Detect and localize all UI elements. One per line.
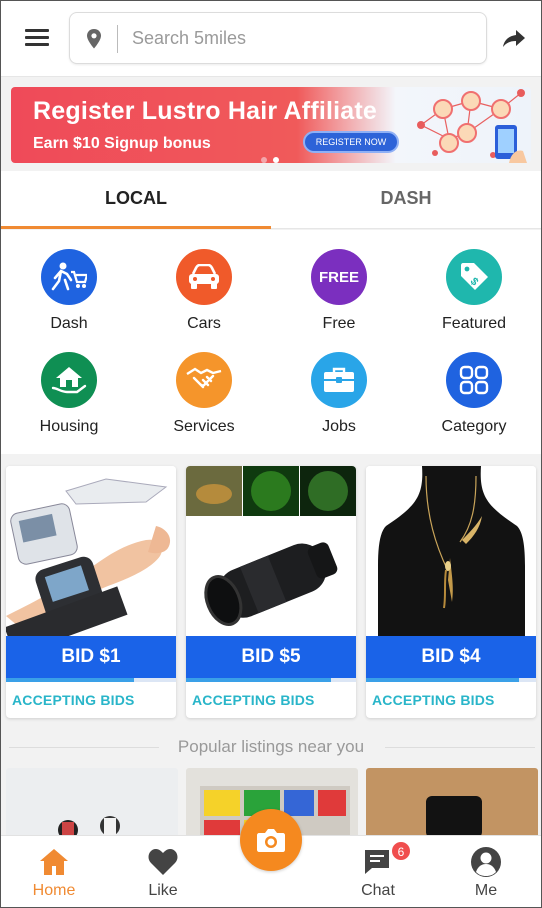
nav-like[interactable]: Like — [113, 836, 213, 907]
nav-label: Chat — [361, 882, 395, 899]
menu-icon[interactable] — [25, 27, 51, 49]
product-card[interactable]: BID $4 ACCEPTING BIDS — [366, 466, 536, 718]
category-featured[interactable]: $ Featured — [419, 249, 529, 349]
chat-icon — [365, 850, 389, 874]
accepting-bids-label: ACCEPTING BIDS — [12, 692, 135, 708]
blood-pressure-monitor-image — [6, 466, 176, 636]
category-label: Free — [322, 315, 356, 332]
feather-necklace-image — [366, 466, 536, 636]
top-bar — [1, 1, 541, 77]
tab-local[interactable]: LOCAL — [1, 171, 271, 229]
bid-price: BID $4 — [366, 636, 536, 678]
product-card[interactable]: BID $1 ACCEPTING BIDS — [6, 466, 176, 718]
category-cars[interactable]: Cars — [149, 249, 259, 349]
bid-progress — [186, 678, 356, 682]
accepting-bids-label: ACCEPTING BIDS — [372, 692, 495, 708]
search-input[interactable] — [132, 23, 472, 53]
grid-icon — [446, 352, 502, 408]
category-free[interactable]: FREE Free — [284, 249, 394, 349]
banner-subtitle: Earn $10 Signup bonus — [33, 135, 211, 152]
network-people-illustration — [417, 89, 527, 163]
nav-label: Like — [148, 882, 178, 899]
monocular-scope-image — [186, 466, 356, 636]
profile-icon — [471, 847, 501, 877]
bid-progress — [366, 678, 536, 682]
listing-thumbnail[interactable] — [6, 768, 178, 838]
category-label: Category — [441, 418, 507, 435]
category-jobs[interactable]: Jobs — [284, 352, 394, 452]
category-label: Jobs — [322, 418, 356, 435]
nav-me[interactable]: Me — [436, 836, 536, 907]
sell-camera-button[interactable] — [240, 809, 302, 871]
briefcase-icon — [311, 352, 367, 408]
chat-unread-badge: 6 — [391, 841, 411, 861]
camera-icon — [257, 829, 285, 852]
heart-icon — [148, 849, 178, 875]
handshake-icon — [176, 352, 232, 408]
divider-right — [385, 747, 535, 748]
home-icon — [40, 849, 68, 875]
nav-chat[interactable]: Chat — [328, 836, 428, 907]
accepting-bids-label: ACCEPTING BIDS — [192, 692, 315, 708]
price-tag-icon: $ — [446, 249, 502, 305]
product-card[interactable]: BID $5 ACCEPTING BIDS — [186, 466, 356, 718]
nav-label: Home — [32, 882, 76, 899]
banner-title: Register Lustro Hair Affiliate — [33, 97, 378, 125]
app-screen: Register Lustro Hair Affiliate Earn $10 … — [0, 0, 542, 908]
nav-label: Me — [474, 882, 498, 899]
register-now-button[interactable]: REGISTER NOW — [303, 131, 399, 153]
carousel-dots — [261, 150, 285, 163]
nav-home[interactable]: Home — [4, 836, 104, 907]
tab-dash[interactable]: DASH — [271, 171, 541, 229]
category-label: Services — [173, 418, 235, 435]
popular-heading-row: Popular listings near you — [1, 733, 541, 763]
share-icon[interactable] — [501, 27, 527, 51]
category-label: Cars — [187, 315, 221, 332]
car-icon — [176, 249, 232, 305]
category-grid: Dash Cars FREE Free $ Featured Housing S… — [1, 230, 541, 454]
category-category[interactable]: Category — [419, 352, 529, 452]
bid-price: BID $1 — [6, 636, 176, 678]
location-pin-icon[interactable] — [84, 28, 104, 50]
category-services[interactable]: Services — [149, 352, 259, 452]
category-label: Dash — [50, 315, 88, 332]
promo-banner[interactable]: Register Lustro Hair Affiliate Earn $10 … — [11, 87, 531, 163]
category-label: Housing — [39, 418, 99, 435]
main-tabs: LOCAL DASH — [1, 171, 541, 229]
search-divider — [117, 25, 118, 53]
category-label: Featured — [441, 315, 507, 332]
free-icon: FREE — [311, 249, 367, 305]
category-housing[interactable]: Housing — [14, 352, 124, 452]
listing-thumbnail[interactable] — [366, 768, 538, 838]
dash-icon — [41, 249, 97, 305]
category-dash[interactable]: Dash — [14, 249, 124, 349]
search-bar[interactable] — [69, 12, 487, 64]
free-badge-text: FREE — [318, 268, 359, 286]
bid-price: BID $5 — [186, 636, 356, 678]
bid-progress — [6, 678, 176, 682]
house-icon — [41, 352, 97, 408]
